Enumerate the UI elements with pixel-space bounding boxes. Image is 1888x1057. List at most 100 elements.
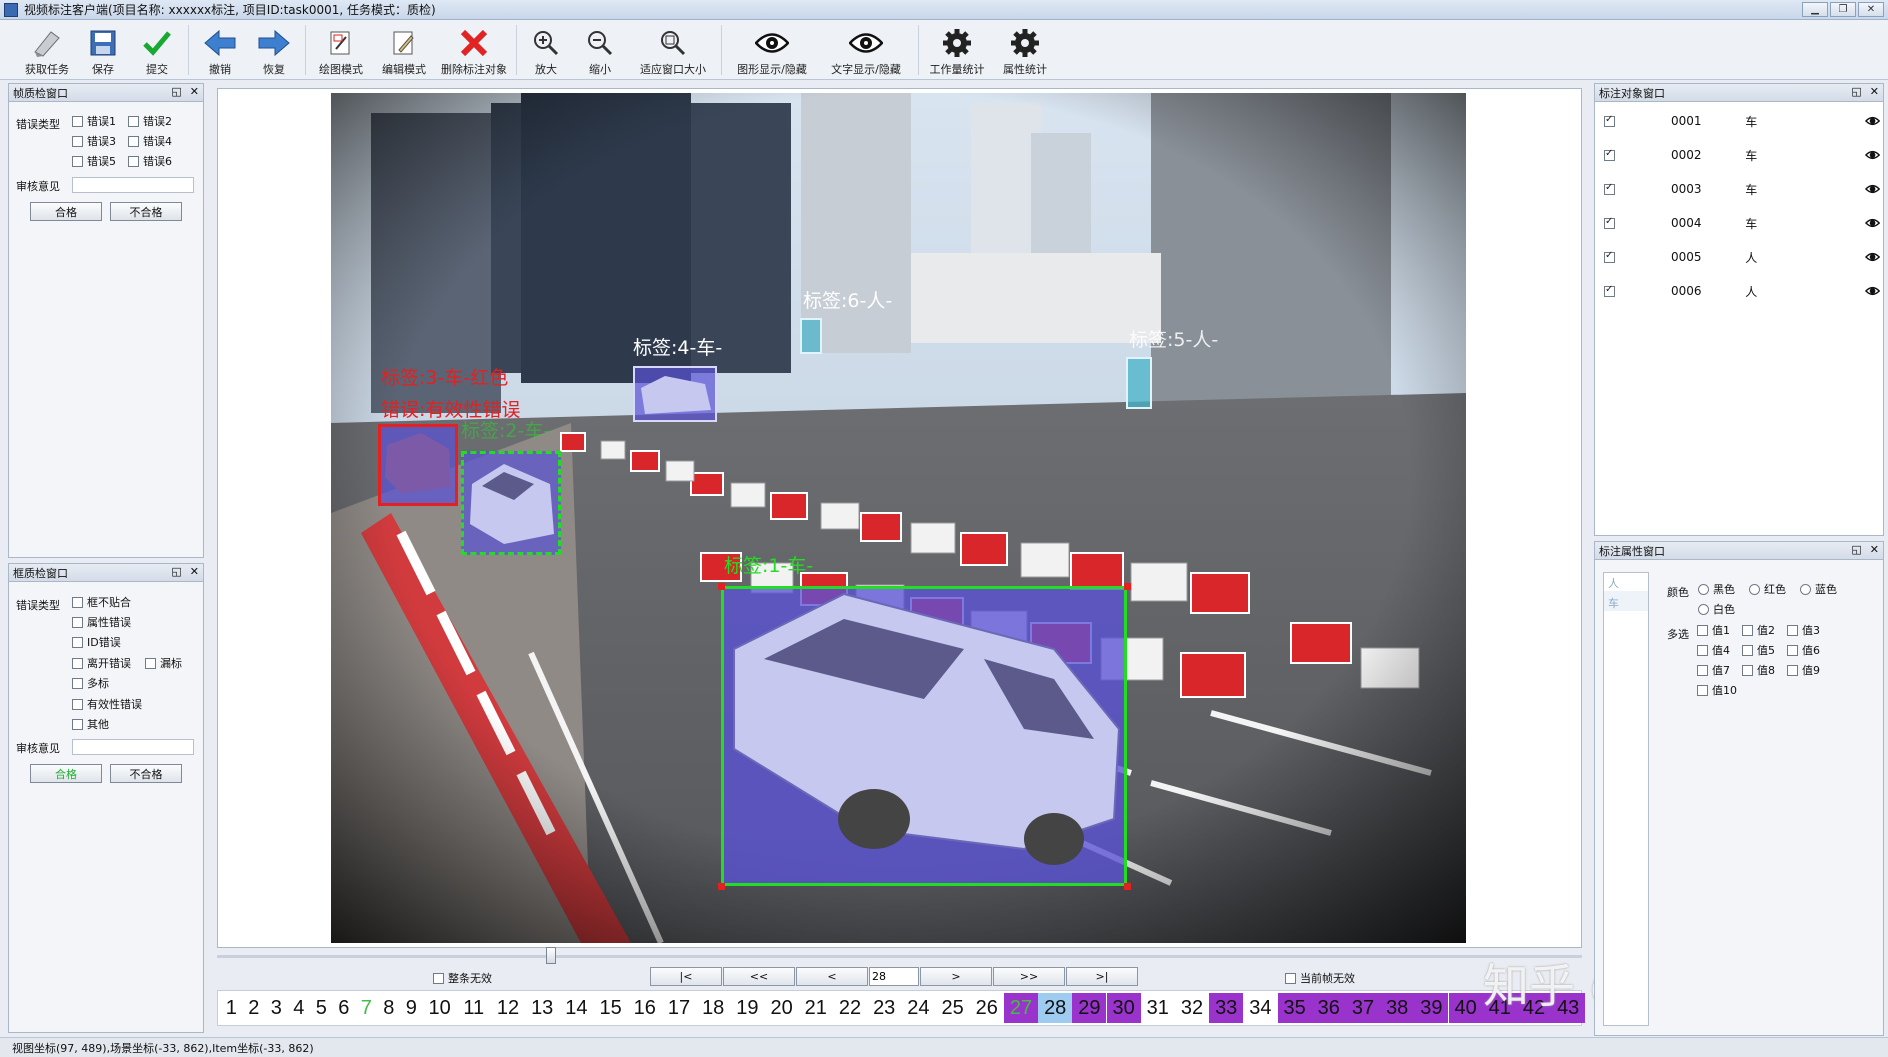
box-1-handle[interactable] xyxy=(1124,883,1131,890)
undo-button[interactable]: 撤销 xyxy=(193,20,247,78)
shape-toggle-button[interactable]: 图形显示/隐藏 xyxy=(726,20,818,78)
box-error-validity-checkbox[interactable]: 有效性错误 xyxy=(72,696,142,712)
frame-cell[interactable]: 30 xyxy=(1106,993,1141,1023)
get-task-button[interactable]: 获取任务 xyxy=(18,20,76,78)
attribute-type-list[interactable]: 人 车 xyxy=(1603,572,1649,1026)
annotation-box-6[interactable] xyxy=(800,318,822,354)
last-frame-button[interactable]: >| xyxy=(1066,967,1138,986)
close-icon[interactable]: ✕ xyxy=(190,565,199,578)
object-row[interactable]: 0005 人 xyxy=(1600,245,1880,269)
object-visible-checkbox[interactable] xyxy=(1604,284,1615,297)
frame-cell[interactable]: 39 xyxy=(1414,993,1449,1023)
color-blue-radio[interactable]: 蓝色 xyxy=(1800,581,1837,597)
frame-cell[interactable]: 21 xyxy=(799,993,833,1023)
first-frame-button[interactable]: |< xyxy=(650,967,722,986)
object-visible-checkbox[interactable] xyxy=(1604,148,1615,161)
draw-mode-button[interactable]: 绘图模式 xyxy=(310,20,372,78)
frame-error-6-checkbox[interactable]: 错误6 xyxy=(128,153,172,169)
frame-cell[interactable]: 3 xyxy=(265,993,288,1023)
frame-cell[interactable]: 37 xyxy=(1345,993,1381,1023)
frame-error-1-checkbox[interactable]: 错误1 xyxy=(72,113,116,129)
frame-cell[interactable]: 33 xyxy=(1209,993,1244,1023)
object-visible-checkbox[interactable] xyxy=(1604,114,1615,127)
eye-icon[interactable] xyxy=(1864,252,1880,262)
prev-fast-button[interactable]: << xyxy=(723,967,795,986)
frame-cell[interactable]: 4 xyxy=(288,993,311,1023)
delete-object-button[interactable]: 删除标注对象 xyxy=(436,20,512,78)
frame-cell[interactable]: 23 xyxy=(867,993,901,1023)
color-white-radio[interactable]: 白色 xyxy=(1698,601,1735,617)
frame-cell[interactable]: 12 xyxy=(491,993,525,1023)
workload-stats-button[interactable]: 工作量统计 xyxy=(923,20,991,78)
annotation-box-3[interactable] xyxy=(378,424,458,506)
attribute-stats-button[interactable]: 属性统计 xyxy=(991,20,1059,78)
box-error-misfit-checkbox[interactable]: 框不贴合 xyxy=(72,594,131,610)
object-row[interactable]: 0001 车 xyxy=(1600,109,1880,133)
frame-cell[interactable]: 11 xyxy=(457,993,491,1023)
eye-icon[interactable] xyxy=(1864,218,1880,228)
color-red-radio[interactable]: 红色 xyxy=(1749,581,1786,597)
frame-cell[interactable]: 5 xyxy=(310,993,333,1023)
zoom-in-button[interactable]: 放大 xyxy=(521,20,571,78)
frame-slider-thumb[interactable] xyxy=(546,947,556,964)
box-pass-button[interactable]: 合格 xyxy=(30,764,102,783)
frame-cell[interactable]: 14 xyxy=(559,993,593,1023)
value-4-checkbox[interactable]: 值4 xyxy=(1697,642,1730,658)
frame-cell[interactable]: 38 xyxy=(1380,993,1415,1023)
object-row[interactable]: 0006 人 xyxy=(1600,279,1880,303)
frame-cell[interactable]: 16 xyxy=(628,993,662,1023)
frame-cell[interactable]: 34 xyxy=(1243,993,1277,1023)
frame-cell[interactable]: 36 xyxy=(1311,993,1346,1023)
object-visible-checkbox[interactable] xyxy=(1604,250,1615,263)
attribute-type-vehicle[interactable]: 车 xyxy=(1604,591,1648,611)
frame-error-5-checkbox[interactable]: 错误5 xyxy=(72,153,116,169)
prev-frame-button[interactable]: < xyxy=(796,967,868,986)
float-icon[interactable]: ◱ xyxy=(171,85,181,98)
value-10-checkbox[interactable]: 值10 xyxy=(1697,682,1737,698)
box-error-other-checkbox[interactable]: 其他 xyxy=(72,716,109,732)
box-error-leave-checkbox[interactable]: 离开错误 xyxy=(72,655,131,671)
float-icon[interactable]: ◱ xyxy=(171,565,181,578)
frame-slider-track[interactable] xyxy=(217,955,1582,958)
frame-cell[interactable]: 25 xyxy=(936,993,970,1023)
restore-button[interactable]: ❐ xyxy=(1830,2,1856,17)
frame-cell[interactable]: 7 xyxy=(355,993,378,1023)
frame-error-2-checkbox[interactable]: 错误2 xyxy=(128,113,172,129)
object-row[interactable]: 0003 车 xyxy=(1600,177,1880,201)
color-black-radio[interactable]: 黑色 xyxy=(1698,581,1735,597)
frame-cell[interactable]: 9 xyxy=(400,993,423,1023)
frame-cell[interactable]: 26 xyxy=(970,993,1004,1023)
close-icon[interactable]: ✕ xyxy=(190,85,199,98)
box-error-missed-checkbox[interactable]: 漏标 xyxy=(145,655,182,671)
value-5-checkbox[interactable]: 值5 xyxy=(1742,642,1775,658)
object-row[interactable]: 0004 车 xyxy=(1600,211,1880,235)
float-icon[interactable]: ◱ xyxy=(1851,543,1861,556)
frame-cell[interactable]: 10 xyxy=(423,993,457,1023)
zoom-out-button[interactable]: 缩小 xyxy=(571,20,629,78)
object-visible-checkbox[interactable] xyxy=(1604,182,1615,195)
frame-cell[interactable]: 2 xyxy=(243,993,266,1023)
attribute-type-person[interactable]: 人 xyxy=(1604,573,1648,591)
value-1-checkbox[interactable]: 值1 xyxy=(1697,622,1730,638)
text-toggle-button[interactable]: 文字显示/隐藏 xyxy=(818,20,914,78)
value-9-checkbox[interactable]: 值9 xyxy=(1787,662,1820,678)
frame-review-input[interactable] xyxy=(72,177,194,193)
frame-cell[interactable]: 40 xyxy=(1448,993,1483,1023)
current-frame-invalid-checkbox[interactable]: 当前帧无效 xyxy=(1285,970,1355,986)
frame-cell[interactable]: 18 xyxy=(696,993,730,1023)
value-2-checkbox[interactable]: 值2 xyxy=(1742,622,1775,638)
box-error-id-checkbox[interactable]: ID错误 xyxy=(72,634,121,650)
annotation-box-5[interactable] xyxy=(1126,357,1152,409)
frame-fail-button[interactable]: 不合格 xyxy=(110,202,182,221)
fit-window-button[interactable]: 适应窗口大小 xyxy=(629,20,717,78)
frame-cell[interactable]: 24 xyxy=(901,993,935,1023)
box-1-handle[interactable] xyxy=(718,583,725,590)
eye-icon[interactable] xyxy=(1864,116,1880,126)
save-button[interactable]: 保存 xyxy=(76,20,130,78)
submit-button[interactable]: 提交 xyxy=(130,20,184,78)
box-error-extra-checkbox[interactable]: 多标 xyxy=(72,675,109,691)
whole-invalid-checkbox[interactable]: 整条无效 xyxy=(433,970,492,986)
frame-cell[interactable]: 29 xyxy=(1072,993,1107,1023)
frame-cell[interactable]: 19 xyxy=(730,993,764,1023)
frame-cell[interactable]: 28 xyxy=(1038,993,1073,1023)
